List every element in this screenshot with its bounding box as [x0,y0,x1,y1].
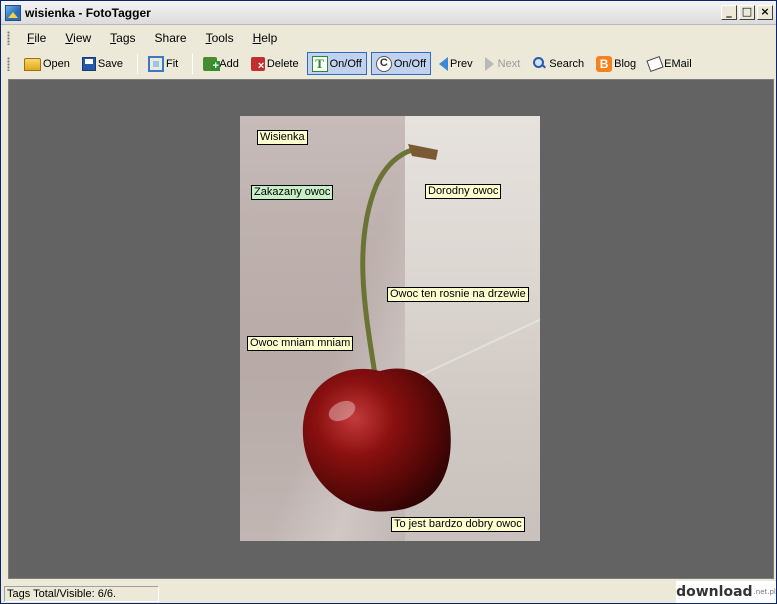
menu-bar: File View Tags Share Tools Help [1,28,776,48]
delete-tag-button[interactable]: Delete [247,52,303,75]
window-title: wisienka - FotoTagger [25,5,151,20]
tags-toggle-button[interactable]: T On/Off [306,52,367,75]
window-controls: _ □ × [721,5,773,20]
photo-tag[interactable]: Dorodny owoc [425,184,502,199]
maximize-button[interactable]: □ [739,5,755,20]
photo-tag[interactable]: Wisienka [257,130,308,145]
app-icon [5,4,21,21]
photo-cherry[interactable]: Wisienka Zakazany owoc Dorodny owoc Owoc… [240,116,540,541]
search-button[interactable]: Search [528,52,588,75]
toolbar-separator [137,53,138,74]
blog-button[interactable]: B Blog [592,52,640,75]
download-watermark-logo: download .net.pl [676,581,776,603]
fit-button[interactable]: Fit [144,52,182,75]
menu-view[interactable]: View [58,31,98,45]
menu-file[interactable]: File [20,31,53,45]
add-tag-button[interactable]: Add [199,52,243,75]
image-canvas[interactable]: Wisienka Zakazany owoc Dorodny owoc Owoc… [8,79,774,579]
status-bar: Tags Total/Visible: 6/6. [1,584,776,603]
menu-help[interactable]: Help [246,31,285,45]
fit-icon [148,55,164,72]
email-tag-icon [646,55,664,72]
email-button[interactable]: EMail [644,52,696,75]
tags-toggle-icon: T [311,55,328,72]
title-bar[interactable]: wisienka - FotoTagger _ □ × [1,1,776,25]
menu-tools[interactable]: Tools [199,31,241,45]
add-tag-icon [203,56,221,71]
arrow-right-icon [484,56,494,71]
app-window: wisienka - FotoTagger _ □ × File View Ta… [0,0,777,604]
photo-tag[interactable]: Owoc ten rosnie na drzewie [387,287,529,302]
toolbar-separator [192,53,194,74]
comments-toggle-button[interactable]: C On/Off [370,52,432,75]
cherry-illustration [302,144,451,512]
close-button[interactable]: × [757,5,773,20]
menu-grip-icon[interactable] [7,31,10,45]
photo-tag[interactable]: To jest bardzo dobry owoc [391,517,525,532]
minimize-button[interactable]: _ [721,5,737,20]
menu-tags[interactable]: Tags [103,31,142,45]
prev-button[interactable]: Prev [435,52,477,75]
next-button[interactable]: Next [481,52,525,75]
status-tags-count: Tags Total/Visible: 6/6. [4,585,159,602]
search-icon [532,56,547,71]
open-button[interactable]: Open [20,52,74,75]
menu-share[interactable]: Share [148,31,194,45]
delete-tag-icon [250,56,265,71]
toolbar-grip-icon[interactable] [7,56,10,71]
folder-icon [24,58,41,71]
blogger-icon: B [596,55,613,72]
photo-tag[interactable]: Zakazany owoc [251,185,334,200]
comments-toggle-icon: C [375,55,392,72]
floppy-icon [81,56,96,71]
toolbar: Open Save Fit Add Delete T On/Off C On/O… [1,50,776,77]
arrow-left-icon [439,56,449,71]
save-button[interactable]: Save [78,52,127,75]
photo-tag[interactable]: Owoc mniam mniam [247,336,354,351]
